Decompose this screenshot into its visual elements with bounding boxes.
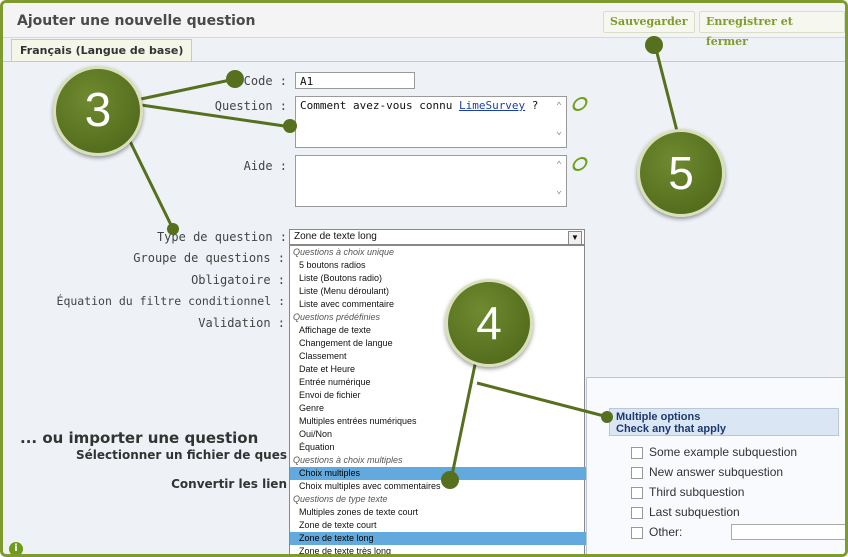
callout-pointer-dot: [226, 70, 244, 88]
connector-line: [140, 103, 292, 129]
connector-line: [476, 381, 609, 419]
connector-line: [449, 354, 479, 481]
connector-line: [140, 77, 236, 101]
callout-4: 4: [445, 279, 533, 367]
editor-window: Ajouter une nouvelle question Sauvegarde…: [0, 0, 848, 557]
callout-pointer-dot: [167, 223, 179, 235]
callout-3: 3: [53, 66, 143, 156]
callout-pointer-dot: [601, 411, 613, 423]
connector-line: [121, 126, 175, 230]
connector-line: [653, 44, 680, 136]
callout-pointer-dot: [441, 471, 459, 489]
callout-pointer-dot: [283, 119, 297, 133]
callout-pointer-dot: [645, 36, 663, 54]
callout-5: 5: [637, 129, 725, 217]
